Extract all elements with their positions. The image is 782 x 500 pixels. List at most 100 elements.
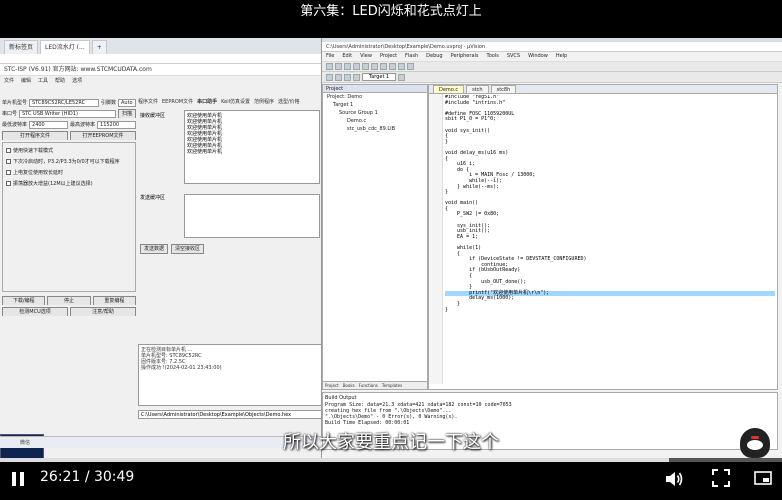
detect-button[interactable]: 检测MCU选项: [2, 307, 68, 316]
tab-examples[interactable]: 范例程序: [254, 98, 274, 107]
keil-toolbar: [322, 61, 782, 72]
download-button[interactable]: 下载/编程: [2, 296, 46, 305]
open-eeprom-button[interactable]: 打开EEPROM文件: [70, 131, 136, 140]
stc-menu-help[interactable]: 帮助: [55, 76, 65, 86]
find-icon[interactable]: [398, 63, 405, 70]
paste-icon[interactable]: [371, 63, 378, 70]
tree-source-group[interactable]: Source Group 1: [323, 109, 427, 117]
editor-tab-stc8h[interactable]: stc8h: [490, 85, 517, 93]
tab-program-file[interactable]: 程序文件: [138, 98, 158, 107]
tree-target[interactable]: Target 1: [323, 101, 427, 109]
stc-menu-tools[interactable]: 工具: [38, 76, 48, 86]
code-text[interactable]: #include "reg51.h" #include "intrins.h" #…: [445, 95, 775, 385]
download-icon[interactable]: [353, 73, 360, 81]
send-data-button[interactable]: 发送数据: [140, 244, 169, 254]
undo-icon[interactable]: [380, 63, 387, 70]
keil-menu-file[interactable]: File: [326, 52, 334, 61]
compile-icon[interactable]: [326, 73, 333, 81]
help-button[interactable]: 注意/帮助: [70, 307, 136, 316]
mcu-label: 单片机型号: [2, 100, 28, 106]
debug-icon[interactable]: [407, 63, 414, 70]
pin-label: 引脚数: [100, 100, 116, 106]
volume-icon[interactable]: [664, 469, 684, 489]
open-file-icon[interactable]: [335, 63, 342, 70]
tab-keil-sim[interactable]: Keil仿真设置: [221, 98, 250, 107]
fullscreen-icon[interactable]: [712, 469, 730, 487]
keil-window: C:\Users\Administrator\Desktop\Example\D…: [322, 42, 782, 458]
code-line: }: [445, 306, 449, 313]
new-file-icon[interactable]: [326, 63, 333, 70]
line-gutter: [429, 94, 443, 384]
send-buffer[interactable]: [184, 194, 320, 238]
option-label-3: 上电复位使用较长延时: [13, 170, 64, 176]
project-panel: Project Project: Demo Target 1 Source Gr…: [322, 84, 428, 390]
keil-menu-window[interactable]: Window: [528, 52, 548, 61]
option-label-1: 使用快速下载模式: [13, 148, 54, 154]
keil-menu-svcs[interactable]: SVCS: [507, 52, 520, 61]
status-log: 正在检测目标单片机 ... 单片机型号: STC89C52RC 固件版本号: 7…: [138, 344, 322, 406]
receive-buffer[interactable]: 欢迎使用单片机 欢迎使用单片机 欢迎使用单片机 欢迎使用单片机 欢迎使用单片机 …: [184, 110, 320, 184]
target-select[interactable]: Target 1: [362, 73, 397, 81]
tree-file-lib[interactable]: stc_usb_cdc_89.LIB: [323, 125, 427, 133]
stc-left-panel: 单片机型号 STC89C52RC/LE52RC 引脚数 Auto 串口号 STC…: [2, 98, 136, 438]
browser-tab-1[interactable]: 新标签页: [4, 40, 39, 54]
pin-select[interactable]: Auto: [118, 98, 136, 107]
editor-tab-demo[interactable]: Demo.c: [433, 85, 465, 93]
stc-menu-file[interactable]: 文件: [4, 76, 14, 86]
tab-templates[interactable]: Templates: [382, 382, 402, 389]
option-label-4: 振荡器放大增益(12M以上建议选择): [13, 181, 93, 187]
progress-bar[interactable]: [0, 458, 782, 462]
reprogram-button[interactable]: 重复编程: [92, 296, 136, 305]
port-select[interactable]: STC USB Writer (HID1): [19, 109, 116, 118]
port-label: 串口号: [2, 111, 18, 117]
rebuild-icon[interactable]: [344, 73, 351, 81]
mcu-select[interactable]: STC89C52RC/LE52RC: [29, 98, 99, 107]
target-options-icon[interactable]: [398, 73, 406, 81]
keil-menu-help[interactable]: Help: [556, 52, 567, 61]
tab-serial-assistant[interactable]: 串口助手: [197, 98, 217, 107]
stc-menu-options[interactable]: 选项: [72, 76, 82, 86]
keil-menu-project[interactable]: Project: [380, 52, 397, 61]
stc-menu: 文件 编辑 工具 帮助 选项: [0, 76, 321, 86]
clear-recv-button[interactable]: 清空接收区: [171, 244, 205, 254]
cut-icon[interactable]: [353, 63, 360, 70]
option-checkbox-4[interactable]: [6, 181, 11, 186]
pause-icon[interactable]: [10, 470, 26, 488]
tab-functions[interactable]: Functions: [359, 382, 378, 389]
duration: 30:49: [93, 469, 135, 485]
keil-menu-edit[interactable]: Edit: [342, 52, 352, 61]
redo-icon[interactable]: [389, 63, 396, 70]
open-file-button[interactable]: 打开程序文件: [2, 131, 68, 140]
option-checkbox-3[interactable]: [6, 170, 11, 175]
option-checkbox-2[interactable]: [6, 159, 11, 164]
tree-project[interactable]: Project: Demo: [323, 93, 427, 101]
keil-menu-view[interactable]: View: [360, 52, 372, 61]
tab-books[interactable]: Books: [343, 382, 355, 389]
scan-button[interactable]: 扫描: [117, 109, 136, 118]
picture-in-picture-icon[interactable]: [754, 469, 772, 487]
save-icon[interactable]: [344, 63, 351, 70]
hex-file-path[interactable]: C:\Users\Administrator\Desktop\Example\O…: [138, 410, 322, 419]
option-checkbox-1[interactable]: [6, 148, 11, 153]
tab-eeprom-file[interactable]: EEPROM文件: [162, 98, 193, 107]
new-tab-button[interactable]: +: [91, 40, 107, 54]
code-editor[interactable]: Demo.c stch stc8h #include "reg51.h" #inc…: [428, 84, 778, 390]
send-label: 发送缓冲区: [140, 195, 166, 201]
keil-menu-flash[interactable]: Flash: [405, 52, 418, 61]
keil-menu-peripherals[interactable]: Peripherals: [451, 52, 479, 61]
current-time: 26:21: [40, 469, 81, 485]
keil-menu-tools[interactable]: Tools: [487, 52, 499, 61]
browser-tab-2[interactable]: LED流水灯 (...: [40, 40, 90, 54]
option-label-2: 下次冷启动时，P3.2/P3.3为0/0才可以下载程序: [13, 159, 120, 165]
copy-icon[interactable]: [362, 63, 369, 70]
baud-max-select[interactable]: 115200: [97, 120, 136, 129]
tab-selection[interactable]: 选型/价格: [278, 98, 300, 107]
keil-menu-debug[interactable]: Debug: [426, 52, 442, 61]
build-icon[interactable]: [335, 73, 342, 81]
stop-button[interactable]: 停止: [47, 296, 91, 305]
baud-min-select[interactable]: 2400: [29, 120, 68, 129]
tab-project[interactable]: Project: [325, 382, 339, 389]
stc-menu-edit[interactable]: 编辑: [21, 76, 31, 86]
editor-tab-stch[interactable]: stch: [466, 85, 489, 93]
tree-file-demo[interactable]: Demo.c: [323, 117, 427, 125]
